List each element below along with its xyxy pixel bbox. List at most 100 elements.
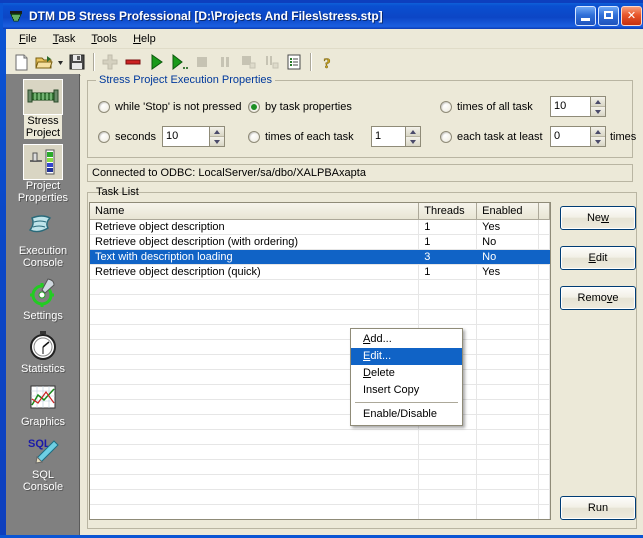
context-menu-item-add[interactable]: Add... — [351, 331, 462, 348]
menu-tools[interactable]: Tools — [83, 31, 125, 47]
run-button[interactable]: Run — [560, 496, 636, 520]
each-task-at-least-spin-buttons[interactable] — [590, 126, 606, 147]
times-suffix-label: times — [610, 131, 636, 143]
table-row[interactable]: Retrieve object description (with orderi… — [90, 235, 550, 250]
seconds-input[interactable]: 10 — [162, 126, 209, 147]
spin-up-button[interactable] — [406, 127, 420, 137]
column-header-threads[interactable]: Threads — [419, 203, 477, 219]
table-row-empty[interactable] — [90, 340, 550, 355]
table-row-empty[interactable] — [90, 475, 550, 490]
context-menu-item-edit[interactable]: Edit... — [351, 348, 462, 365]
remove-task-icon[interactable] — [122, 51, 144, 73]
table-row-empty[interactable] — [90, 385, 550, 400]
times-of-each-task-stepper[interactable]: 1 — [371, 126, 421, 147]
edit-button[interactable]: Edit — [560, 246, 636, 270]
new-button[interactable]: New — [560, 206, 636, 230]
table-row-empty[interactable] — [90, 310, 550, 325]
save-file-icon[interactable] — [66, 51, 88, 73]
table-row-empty[interactable] — [90, 280, 550, 295]
run-icon[interactable] — [145, 51, 167, 73]
times-of-each-task-spin-buttons[interactable] — [405, 126, 421, 147]
times-of-all-task-input[interactable]: 10 — [550, 96, 590, 117]
sidebar-item-graphics[interactable]: Graphics — [6, 381, 80, 428]
report-icon[interactable] — [283, 51, 305, 73]
menu-task[interactable]: Task — [45, 31, 84, 47]
close-button[interactable]: ✕ — [621, 6, 642, 26]
context-menu-item-enable-disable[interactable]: Enable/Disable — [351, 406, 462, 423]
table-row-empty[interactable] — [90, 370, 550, 385]
run-selected-icon[interactable] — [168, 51, 190, 73]
menu-file[interactable]: File — [11, 31, 45, 47]
statistics-icon — [24, 328, 62, 362]
each-task-at-least-input[interactable]: 0 — [550, 126, 590, 147]
menu-help[interactable]: Help — [125, 31, 164, 47]
times-of-all-task-spin-buttons[interactable] — [590, 96, 606, 117]
cell-empty — [90, 505, 419, 519]
table-row[interactable]: Text with description loading3No — [90, 250, 550, 265]
times-of-all-task-stepper[interactable]: 10 — [550, 96, 606, 117]
main-panel: Stress Project Execution Properties whil… — [81, 74, 643, 535]
radio-by-task-properties[interactable]: by task properties — [248, 101, 352, 113]
sidebar-item-execution-console[interactable]: Execution Console — [6, 210, 80, 269]
column-header-name[interactable]: Name — [90, 203, 419, 219]
remove-button[interactable]: Remove — [560, 286, 636, 310]
cell-filler — [539, 265, 550, 279]
sidebar-item-stress-project[interactable]: Stress Project — [6, 80, 80, 139]
maximize-button[interactable] — [598, 6, 619, 26]
seconds-stepper[interactable]: 10 — [162, 126, 225, 147]
sidebar-item-sql-console[interactable]: SQL SQL Console — [6, 434, 80, 493]
cell-threads: 3 — [419, 250, 477, 264]
radio-each-task-at-least[interactable]: each task at least — [440, 131, 543, 143]
stress-project-icon — [24, 80, 62, 114]
radio-seconds[interactable]: seconds — [98, 131, 156, 143]
connection-status-bar: Connected to ODBC: LocalServer/sa/dbo/XA… — [87, 164, 633, 182]
spin-up-button[interactable] — [591, 127, 605, 137]
cell-empty — [90, 490, 419, 504]
table-row-empty[interactable] — [90, 325, 550, 340]
table-row-empty[interactable] — [90, 445, 550, 460]
cell-empty — [477, 460, 539, 474]
seconds-spin-buttons[interactable] — [209, 126, 225, 147]
spin-up-button[interactable] — [210, 127, 224, 137]
table-row-empty[interactable] — [90, 295, 550, 310]
table-row-empty[interactable] — [90, 490, 550, 505]
help-icon[interactable]: ? — [316, 51, 338, 73]
column-header-enabled[interactable]: Enabled — [477, 203, 539, 219]
spin-down-button[interactable] — [406, 137, 420, 146]
sidebar-item-project-properties[interactable]: Project Properties — [6, 145, 80, 204]
sql-console-icon: SQL — [24, 434, 62, 468]
table-row[interactable]: Retrieve object description (quick)1Yes — [90, 265, 550, 280]
spin-up-button[interactable] — [591, 97, 605, 107]
table-row-empty[interactable] — [90, 505, 550, 520]
task-list-grid[interactable]: Name Threads Enabled Retrieve object des… — [89, 202, 551, 520]
table-row-empty[interactable] — [90, 355, 550, 370]
sidebar-item-settings[interactable]: Settings — [6, 275, 80, 322]
radio-times-of-all-task[interactable]: times of all task — [440, 101, 533, 113]
spin-down-button[interactable] — [591, 137, 605, 146]
table-row-empty[interactable] — [90, 430, 550, 445]
cell-empty — [477, 430, 539, 444]
new-file-icon[interactable] — [10, 51, 32, 73]
cell-empty — [539, 370, 550, 384]
spin-down-button[interactable] — [210, 137, 224, 146]
radio-while-stop-not-pressed[interactable]: while 'Stop' is not pressed — [98, 101, 242, 113]
times-of-each-task-input[interactable]: 1 — [371, 126, 405, 147]
context-menu-item-insert-copy[interactable]: Insert Copy — [351, 382, 462, 399]
radio-times-of-each-task[interactable]: times of each task — [248, 131, 354, 143]
each-task-at-least-stepper[interactable]: 0 — [550, 126, 606, 147]
stop-icon — [191, 51, 213, 73]
sidebar-label-line2: Console — [23, 481, 63, 493]
cell-empty — [539, 280, 550, 294]
table-row-empty[interactable] — [90, 415, 550, 430]
table-row[interactable]: Retrieve object description1Yes — [90, 220, 550, 235]
table-row-empty[interactable] — [90, 460, 550, 475]
cell-empty — [419, 430, 477, 444]
table-row-empty[interactable] — [90, 400, 550, 415]
context-menu-item-delete[interactable]: Delete — [351, 365, 462, 382]
open-file-icon[interactable] — [33, 51, 55, 73]
spin-down-button[interactable] — [591, 107, 605, 116]
open-file-dropdown-icon[interactable] — [56, 51, 65, 73]
minimize-button[interactable] — [575, 6, 596, 26]
sidebar-item-statistics[interactable]: Statistics — [6, 328, 80, 375]
task-list-legend: Task List — [96, 186, 139, 198]
